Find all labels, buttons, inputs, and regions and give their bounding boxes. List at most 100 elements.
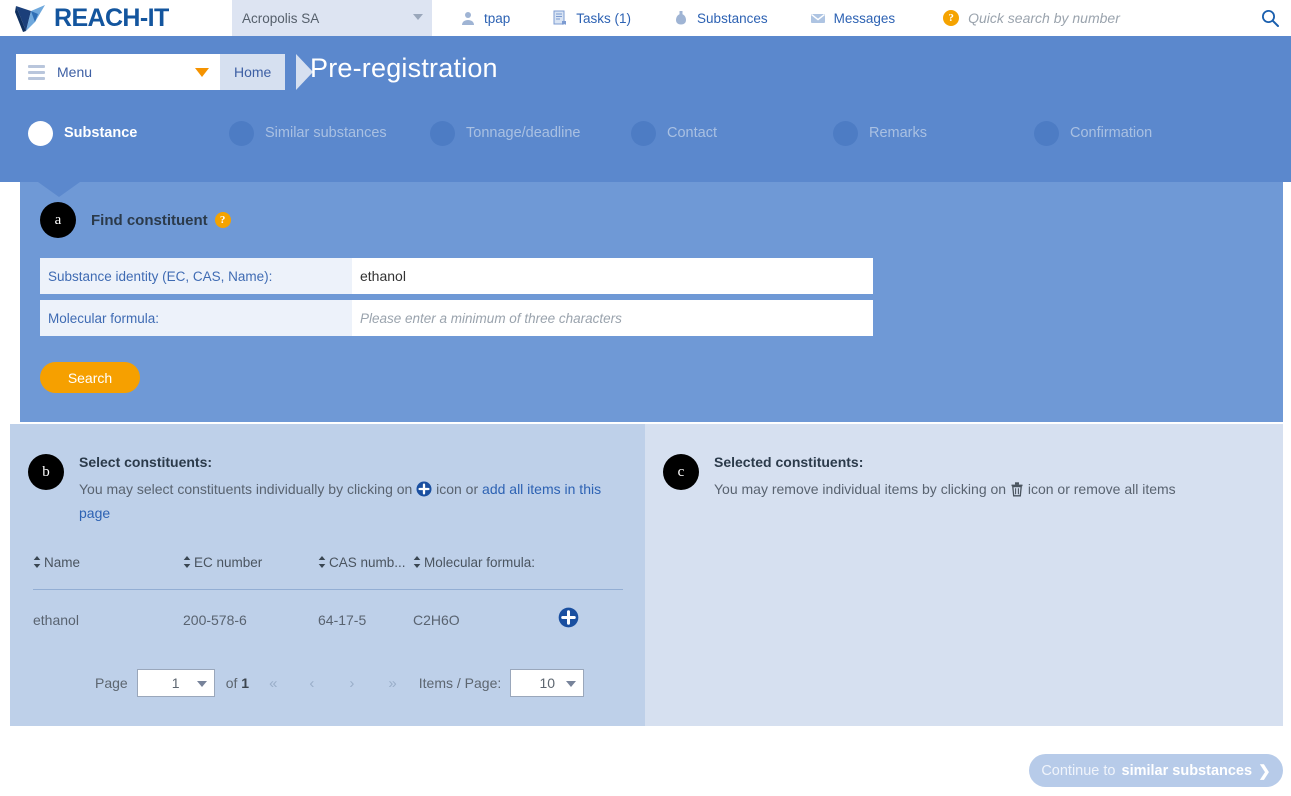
chevron-down-icon bbox=[196, 681, 207, 687]
question-mark-icon[interactable]: ? bbox=[943, 10, 960, 26]
step-contact[interactable]: Contact bbox=[631, 112, 717, 154]
chevron-right-icon: ❯ bbox=[1258, 762, 1271, 780]
step-dot-icon bbox=[833, 120, 858, 146]
prev-page-button[interactable]: ‹ bbox=[309, 675, 314, 692]
step-label: Remarks bbox=[869, 125, 928, 141]
nav-item-messages[interactable]: Messages bbox=[810, 0, 896, 36]
nav-item-label: Substances bbox=[697, 10, 768, 26]
page-header-band: Menu Home Pre-registration Substance Sim… bbox=[0, 36, 1291, 182]
column-header-molecular-formula[interactable]: Molecular formula: bbox=[413, 555, 583, 570]
find-constituent-header: a Find constituent ? bbox=[40, 202, 231, 238]
page-number-value: 1 bbox=[171, 675, 180, 691]
chevron-down-icon bbox=[195, 68, 209, 77]
step-badge-c: c bbox=[663, 454, 699, 490]
brand-logo[interactable]: REACH-IT bbox=[0, 0, 232, 36]
step-substance[interactable]: Substance bbox=[28, 112, 137, 154]
step-remarks[interactable]: Remarks bbox=[833, 112, 927, 154]
step-tonnage-deadline[interactable]: Tonnage/deadline bbox=[430, 112, 581, 154]
quick-search[interactable]: ? Quick search by number bbox=[943, 10, 1120, 26]
column-header-name[interactable]: Name bbox=[33, 555, 183, 570]
step-label: Similar substances bbox=[265, 125, 387, 141]
nav-item-user[interactable]: tpap bbox=[460, 0, 510, 36]
breadcrumb-home-label: Home bbox=[234, 64, 272, 80]
wizard-steps: Substance Similar substances Tonnage/dea… bbox=[0, 112, 1291, 154]
molecular-formula-input[interactable]: Please enter a minimum of three characte… bbox=[352, 300, 873, 336]
cell-ec-number: 200-578-6 bbox=[183, 612, 247, 628]
cell-name: ethanol bbox=[33, 612, 79, 628]
sort-updown-icon bbox=[318, 556, 326, 568]
step-label: Tonnage/deadline bbox=[466, 125, 581, 141]
top-bar: REACH-IT Acropolis SA tpap Tasks (1) Sub… bbox=[0, 0, 1291, 36]
trash-icon[interactable] bbox=[1010, 481, 1024, 497]
envelope-icon bbox=[810, 14, 825, 23]
top-nav: tpap Tasks (1) Substances Messages ? Qui… bbox=[432, 0, 1291, 36]
column-header-cas-number[interactable]: CAS numb... bbox=[318, 555, 413, 570]
sort-updown-icon bbox=[183, 556, 191, 568]
of-label: of bbox=[225, 675, 238, 691]
flask-icon bbox=[676, 11, 687, 25]
items-per-page-select[interactable]: 10 bbox=[510, 669, 585, 697]
user-icon bbox=[462, 12, 474, 25]
select-constituents-description: You may select constituents individually… bbox=[79, 477, 634, 525]
field-row-molecular-formula: Molecular formula: Please enter a minimu… bbox=[40, 300, 873, 336]
first-page-button[interactable]: « bbox=[269, 675, 277, 692]
menu-label: Menu bbox=[57, 64, 93, 80]
step-badge-b: b bbox=[28, 454, 64, 490]
desc-text-mid: icon or bbox=[436, 481, 479, 497]
selected-constituents-title: Selected constituents: bbox=[714, 454, 864, 470]
step-dot-icon bbox=[430, 120, 455, 146]
column-header-ec-number[interactable]: EC number bbox=[183, 555, 318, 570]
page-number-select[interactable]: 1 bbox=[136, 669, 215, 697]
substance-identity-label: Substance identity (EC, CAS, Name): bbox=[40, 258, 352, 294]
step-label: Contact bbox=[667, 125, 717, 141]
nav-item-substances[interactable]: Substances bbox=[673, 0, 768, 36]
desc-text-before: You may select constituents individually… bbox=[79, 481, 413, 497]
continue-button[interactable]: Continue to similar substances ❯ bbox=[1029, 754, 1283, 787]
field-row-substance-identity: Substance identity (EC, CAS, Name): etha… bbox=[40, 258, 873, 294]
column-label: CAS numb... bbox=[329, 554, 406, 570]
search-button[interactable]: Search bbox=[40, 362, 140, 393]
page-label: Page bbox=[95, 675, 128, 691]
hamburger-icon bbox=[28, 64, 45, 80]
column-label: Molecular formula: bbox=[424, 554, 536, 570]
step-dot-icon bbox=[631, 120, 656, 146]
find-constituent-title: Find constituent bbox=[91, 211, 208, 229]
nav-item-tasks[interactable]: Tasks (1) bbox=[552, 0, 631, 36]
chevron-down-icon bbox=[413, 14, 423, 20]
cell-cas-number: 64-17-5 bbox=[318, 612, 367, 628]
desc-text-after: icon or remove all items bbox=[1027, 481, 1176, 497]
molecular-formula-label: Molecular formula: bbox=[40, 300, 352, 336]
column-label: Name bbox=[44, 554, 81, 570]
find-constituent-form: Substance identity (EC, CAS, Name): etha… bbox=[40, 258, 873, 342]
items-per-page-label: Items / Page: bbox=[418, 675, 502, 691]
selected-constituents-description: You may remove individual items by click… bbox=[714, 477, 1176, 501]
column-label: EC number bbox=[194, 554, 263, 570]
step-dot-icon bbox=[1034, 120, 1059, 146]
plus-circle-icon[interactable] bbox=[416, 481, 432, 497]
magnifier-icon[interactable] bbox=[1261, 9, 1279, 27]
substance-identity-input[interactable]: ethanol bbox=[352, 258, 873, 294]
table-row: ethanol 200-578-6 64-17-5 C2H6O bbox=[33, 590, 623, 650]
plus-circle-icon[interactable] bbox=[558, 607, 579, 628]
nav-item-label: Tasks (1) bbox=[576, 10, 632, 26]
quick-search-input[interactable]: Quick search by number bbox=[968, 10, 1120, 26]
select-constituents-header: b Select constituents: You may select co… bbox=[28, 444, 634, 525]
breadcrumb-home[interactable]: Home bbox=[220, 54, 286, 90]
continue-target: similar substances bbox=[1121, 762, 1253, 779]
step-confirmation[interactable]: Confirmation bbox=[1034, 112, 1152, 154]
nav-item-label: tpap bbox=[484, 10, 511, 26]
step-dot-icon bbox=[229, 120, 254, 146]
menu-button[interactable]: Menu bbox=[16, 54, 220, 90]
table-header-row: Name EC number CAS numb... Molecular for… bbox=[33, 544, 623, 580]
tasks-document-icon bbox=[553, 10, 567, 25]
constituents-table: Name EC number CAS numb... Molecular for… bbox=[33, 544, 623, 650]
step-similar-substances[interactable]: Similar substances bbox=[229, 112, 387, 154]
organisation-select[interactable]: Acropolis SA bbox=[232, 0, 432, 36]
last-page-button[interactable]: » bbox=[388, 675, 396, 692]
next-page-button[interactable]: › bbox=[349, 675, 354, 692]
page-title: Pre-registration bbox=[310, 53, 498, 83]
page-total: of 1 bbox=[226, 675, 249, 691]
question-mark-icon[interactable]: ? bbox=[214, 212, 231, 228]
nav-item-label: Messages bbox=[833, 10, 896, 26]
desc-text-before: You may remove individual items by click… bbox=[714, 481, 1007, 497]
